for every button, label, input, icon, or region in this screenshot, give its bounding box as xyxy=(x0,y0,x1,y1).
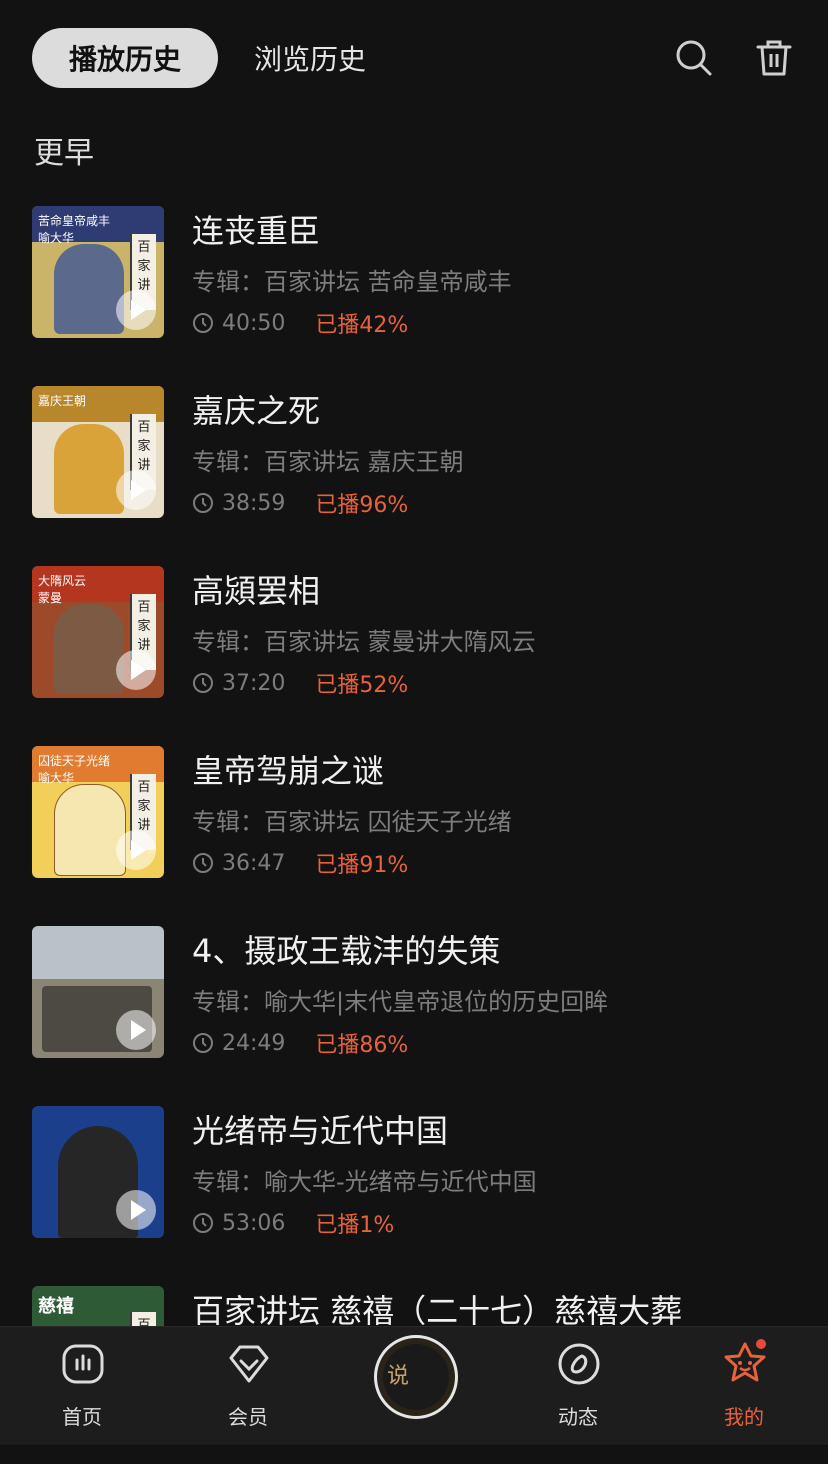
list-item[interactable]: 苦命皇帝咸丰 喻大华 百家讲 连丧重臣 专辑：百家讲坛 苦命皇帝咸丰 40:50 … xyxy=(0,204,828,384)
list-item[interactable]: 嘉庆王朝 百家讲 嘉庆之死 专辑：百家讲坛 嘉庆王朝 38:59 已播96% xyxy=(0,384,828,564)
play-progress: 已播42% xyxy=(315,313,409,338)
trash-icon[interactable] xyxy=(752,36,796,80)
album-name: 专辑：百家讲坛 囚徒天子光绪 xyxy=(192,808,512,836)
play-progress: 已播52% xyxy=(315,673,409,698)
duration: 36:47 xyxy=(222,850,286,876)
album-cover: 苦命皇帝咸丰 喻大华 百家讲 xyxy=(32,206,164,338)
nav-home[interactable]: 首页 xyxy=(22,1337,142,1437)
duration: 53:06 xyxy=(222,1210,286,1236)
clock-icon xyxy=(193,1213,213,1233)
duration: 38:59 xyxy=(222,490,286,516)
clock-icon xyxy=(193,853,213,873)
list-item[interactable]: 大隋风云 蒙曼 百家讲 高熲罢相 专辑：百家讲坛 蒙曼讲大隋风云 37:20 已播… xyxy=(0,564,828,744)
vip-icon xyxy=(229,1345,269,1383)
list-item[interactable]: 囚徒天子光绪 喻大华 百家讲 皇帝驾崩之谜 专辑：百家讲坛 囚徒天子光绪 36:4… xyxy=(0,744,828,924)
play-icon[interactable] xyxy=(116,1190,156,1230)
episode-title: 4、摄政王载沣的失策 xyxy=(192,932,501,970)
play-progress: 已播86% xyxy=(315,1033,409,1058)
tab-browse-history[interactable]: 浏览历史 xyxy=(228,28,392,88)
play-progress: 已播91% xyxy=(315,853,409,878)
play-icon[interactable] xyxy=(116,290,156,330)
search-icon[interactable] xyxy=(672,36,716,80)
episode-title: 光绪帝与近代中国 xyxy=(192,1112,449,1150)
play-icon[interactable] xyxy=(116,1010,156,1050)
feed-icon xyxy=(558,1343,600,1385)
episode-title: 高熲罢相 xyxy=(192,572,321,610)
album-cover: 囚徒天子光绪 喻大华 百家讲 xyxy=(32,746,164,878)
section-title: 更早 xyxy=(34,136,94,171)
album-name: 专辑：喻大华|末代皇帝退位的历史回眸 xyxy=(192,988,609,1016)
duration: 40:50 xyxy=(222,310,286,336)
top-bar: 播放历史 浏览历史 xyxy=(0,0,828,116)
clock-icon xyxy=(193,493,213,513)
nav-feed[interactable]: 动态 xyxy=(518,1337,638,1437)
album-name: 专辑：喻大华-光绪帝与近代中国 xyxy=(192,1168,537,1196)
album-name: 专辑：百家讲坛 蒙曼讲大隋风云 xyxy=(192,628,536,656)
notification-dot xyxy=(756,1339,766,1349)
clock-icon xyxy=(193,1033,213,1053)
list-item[interactable]: 光绪帝与近代中国 专辑：喻大华-光绪帝与近代中国 53:06 已播1% xyxy=(0,1104,828,1284)
clock-icon xyxy=(193,313,213,333)
album-cover xyxy=(32,926,164,1058)
duration: 37:20 xyxy=(222,670,286,696)
play-icon[interactable] xyxy=(116,650,156,690)
clock-icon xyxy=(193,673,213,693)
album-cover: 嘉庆王朝 百家讲 xyxy=(32,386,164,518)
episode-title: 皇帝驾崩之谜 xyxy=(192,752,385,790)
play-icon[interactable] xyxy=(116,830,156,870)
album-name: 专辑：百家讲坛 苦命皇帝咸丰 xyxy=(192,268,512,296)
album-cover: 大隋风云 蒙曼 百家讲 xyxy=(32,566,164,698)
album-cover xyxy=(32,1106,164,1238)
episode-title: 嘉庆之死 xyxy=(192,392,321,430)
now-playing-button[interactable]: 说 xyxy=(374,1335,458,1419)
nav-profile[interactable]: 我的 xyxy=(684,1337,804,1437)
play-icon[interactable] xyxy=(116,470,156,510)
tab-play-history[interactable]: 播放历史 xyxy=(32,28,218,88)
album-name: 专辑：百家讲坛 嘉庆王朝 xyxy=(192,448,464,476)
play-progress: 已播96% xyxy=(315,493,409,518)
nav-vip[interactable]: 会员 xyxy=(188,1337,308,1437)
list-item[interactable]: 4、摄政王载沣的失策 专辑：喻大华|末代皇帝退位的历史回眸 24:49 已播86… xyxy=(0,924,828,1104)
duration: 24:49 xyxy=(222,1030,286,1056)
episode-title: 连丧重臣 xyxy=(192,212,321,250)
play-progress: 已播1% xyxy=(315,1213,395,1238)
home-icon xyxy=(62,1344,104,1384)
player-disc: 说 xyxy=(387,1364,410,1389)
history-list: 苦命皇帝咸丰 喻大华 百家讲 连丧重臣 专辑：百家讲坛 苦命皇帝咸丰 40:50 … xyxy=(0,204,828,1464)
bottom-nav: 首页 会员 说 动态 我的 xyxy=(0,1326,828,1445)
